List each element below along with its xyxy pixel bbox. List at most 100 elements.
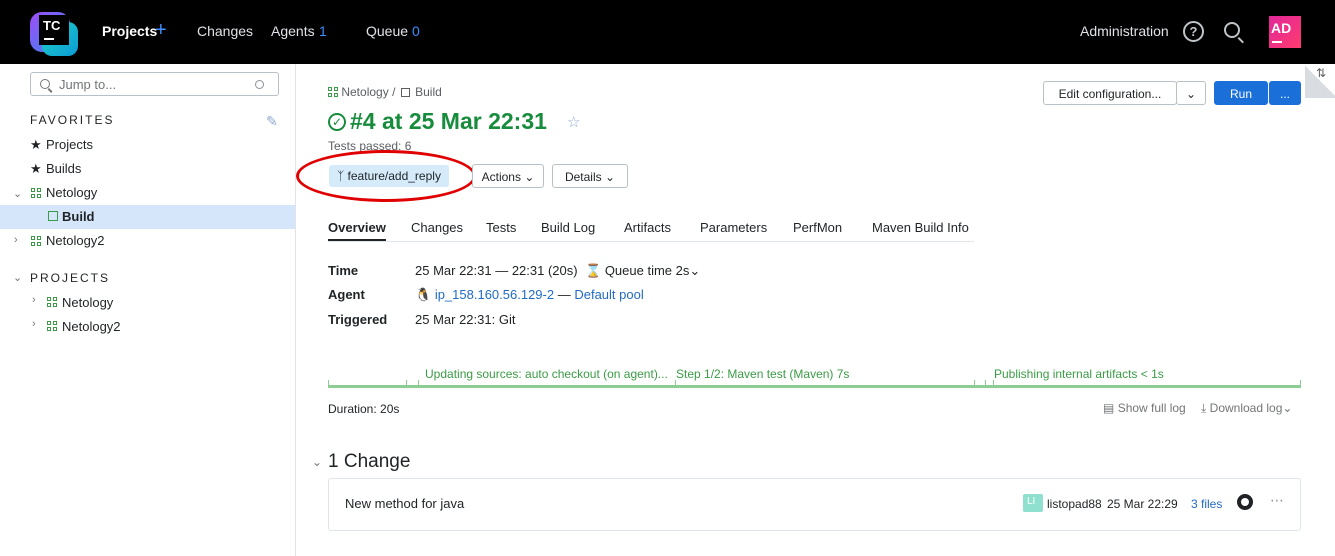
- tab-maven-build-info[interactable]: Maven Build Info: [872, 220, 969, 235]
- tree-item-netology2[interactable]: Netology2: [46, 233, 105, 248]
- download-log-link[interactable]: ⤓ Download log⌄: [1201, 401, 1292, 416]
- queue-time[interactable]: ⌛ Queue time 2s⌄: [585, 263, 700, 279]
- build-title: #4 at 25 Mar 22:31: [350, 108, 547, 134]
- hourglass-icon: ⌛: [585, 263, 602, 278]
- chevron-down-icon: ⌄: [1282, 401, 1293, 415]
- logo-underline: [44, 38, 54, 40]
- build-config-icon: [400, 88, 410, 97]
- queue-time-value: Queue time 2s: [604, 263, 690, 278]
- change-message[interactable]: New method for java: [345, 496, 464, 511]
- agents-count[interactable]: 1: [319, 23, 327, 39]
- jump-placeholder: Jump to...: [59, 77, 117, 92]
- build-timeline-bar[interactable]: [328, 385, 1301, 388]
- star-icon: ★: [30, 161, 42, 176]
- edit-config-dropdown[interactable]: ⌄: [1176, 81, 1206, 105]
- nav-projects[interactable]: Projects: [102, 23, 157, 39]
- tree-item-build-selected[interactable]: [0, 205, 295, 229]
- search-submit-icon[interactable]: [255, 80, 264, 89]
- breadcrumb-project[interactable]: Netology: [341, 85, 388, 99]
- change-files-link[interactable]: 3 files: [1191, 497, 1222, 511]
- queue-count[interactable]: 0: [412, 23, 420, 39]
- stage-maven-test[interactable]: Step 1/2: Maven test (Maven) 7s: [676, 367, 849, 381]
- favorite-projects[interactable]: Projects: [46, 137, 93, 152]
- run-button[interactable]: Run: [1214, 81, 1268, 105]
- avatar-initials: AD: [1271, 20, 1292, 36]
- tab-build-log[interactable]: Build Log: [541, 220, 595, 235]
- show-full-log-label: Show full log: [1117, 401, 1186, 415]
- favorite-star-icon[interactable]: ☆: [567, 113, 580, 131]
- timeline-tick: [1300, 380, 1301, 388]
- nav-changes[interactable]: Changes: [197, 23, 253, 39]
- tree-item-build[interactable]: Build: [62, 209, 95, 224]
- tab-perfmon[interactable]: PerfMon: [793, 220, 842, 235]
- user-avatar: LI: [1023, 494, 1043, 512]
- favorites-heading: FAVORITES: [30, 113, 115, 127]
- linux-icon: 🐧: [415, 287, 432, 302]
- jump-to-search[interactable]: Jump to...: [30, 72, 279, 96]
- plus-icon[interactable]: +: [155, 20, 167, 40]
- favorite-builds[interactable]: Builds: [46, 161, 81, 176]
- tree-item-netology[interactable]: Netology: [46, 185, 97, 200]
- teamcity-logo[interactable]: TC: [30, 8, 78, 56]
- agent-label: Agent: [328, 287, 365, 302]
- logo-box: TC: [39, 15, 69, 45]
- agent-link[interactable]: ip_158.160.56.129-2: [435, 287, 554, 302]
- star-icon: ★: [30, 137, 42, 152]
- breadcrumb-build[interactable]: Build: [415, 85, 442, 99]
- tab-tests[interactable]: Tests: [486, 220, 516, 235]
- edit-favorites-icon[interactable]: ✎: [266, 113, 278, 130]
- tab-parameters[interactable]: Parameters: [700, 220, 767, 235]
- nav-queue[interactable]: Queue: [366, 23, 408, 39]
- show-full-log-link[interactable]: ▤ Show full log: [1103, 401, 1186, 415]
- log-icon: ▤: [1103, 401, 1115, 415]
- chevron-down-icon[interactable]: ⌄: [312, 455, 322, 469]
- timeline-tick: [974, 380, 975, 388]
- github-icon[interactable]: [1237, 494, 1253, 510]
- project-item-netology2[interactable]: Netology2: [62, 319, 121, 334]
- tab-artifacts[interactable]: Artifacts: [624, 220, 671, 235]
- build-duration: Duration: 20s: [328, 402, 400, 416]
- chevron-down-icon: ⌄: [601, 170, 616, 184]
- sidebar: Jump to... FAVORITES ✎ ★ Projects ★ Buil…: [0, 64, 296, 556]
- details-button[interactable]: Details ⌄: [552, 164, 628, 188]
- nav-administration[interactable]: Administration: [1080, 23, 1169, 39]
- build-config-icon: [48, 211, 58, 221]
- agent-pool-link[interactable]: Default pool: [574, 287, 643, 302]
- chevron-down-icon[interactable]: ⌄: [13, 187, 22, 200]
- edit-configuration-button[interactable]: Edit configuration...: [1043, 81, 1177, 105]
- user-avatar[interactable]: AD: [1269, 16, 1301, 48]
- avatar-underline: [1272, 41, 1282, 43]
- breadcrumb-separator: /: [392, 85, 396, 99]
- breadcrumb: Netology / Build: [328, 85, 442, 99]
- chevron-right-icon[interactable]: ›: [32, 318, 36, 330]
- nav-agents[interactable]: Agents: [271, 23, 315, 39]
- project-icon: [328, 87, 338, 97]
- chevron-right-icon[interactable]: ›: [32, 294, 36, 306]
- run-options-button[interactable]: ...: [1269, 81, 1301, 105]
- changes-heading[interactable]: 1 Change: [328, 451, 410, 473]
- tab-changes[interactable]: Changes: [411, 220, 463, 235]
- project-icon: [47, 297, 57, 307]
- more-options-icon[interactable]: ⋯: [1270, 492, 1284, 509]
- build-tabs: Overview Changes Tests Build Log Artifac…: [328, 220, 974, 242]
- stage-publishing-artifacts[interactable]: Publishing internal artifacts < 1s: [994, 367, 1164, 381]
- chevron-down-icon[interactable]: ⌄: [13, 271, 22, 284]
- projects-heading: PROJECTS: [30, 271, 111, 285]
- time-value: 25 Mar 22:31 — 22:31 (20s): [415, 263, 578, 278]
- project-icon: [47, 321, 57, 331]
- project-item-netology[interactable]: Netology: [62, 295, 113, 310]
- compare-icon[interactable]: ⇅: [1316, 66, 1326, 80]
- actions-button[interactable]: Actions ⌄: [472, 164, 544, 188]
- search-icon[interactable]: [1224, 22, 1240, 38]
- triggered-label: Triggered: [328, 312, 388, 327]
- timeline-tick: [675, 380, 676, 388]
- tab-overview[interactable]: Overview: [328, 220, 386, 241]
- change-author[interactable]: listopad88: [1047, 497, 1102, 511]
- timeline-tick: [328, 380, 329, 388]
- stage-updating-sources[interactable]: Updating sources: auto checkout (on agen…: [425, 367, 668, 381]
- actions-label: Actions: [481, 170, 521, 184]
- help-icon[interactable]: ?: [1183, 21, 1204, 42]
- chevron-down-icon: ⌄: [1185, 87, 1197, 101]
- agent-separator: —: [557, 287, 571, 302]
- chevron-right-icon[interactable]: ›: [14, 234, 18, 246]
